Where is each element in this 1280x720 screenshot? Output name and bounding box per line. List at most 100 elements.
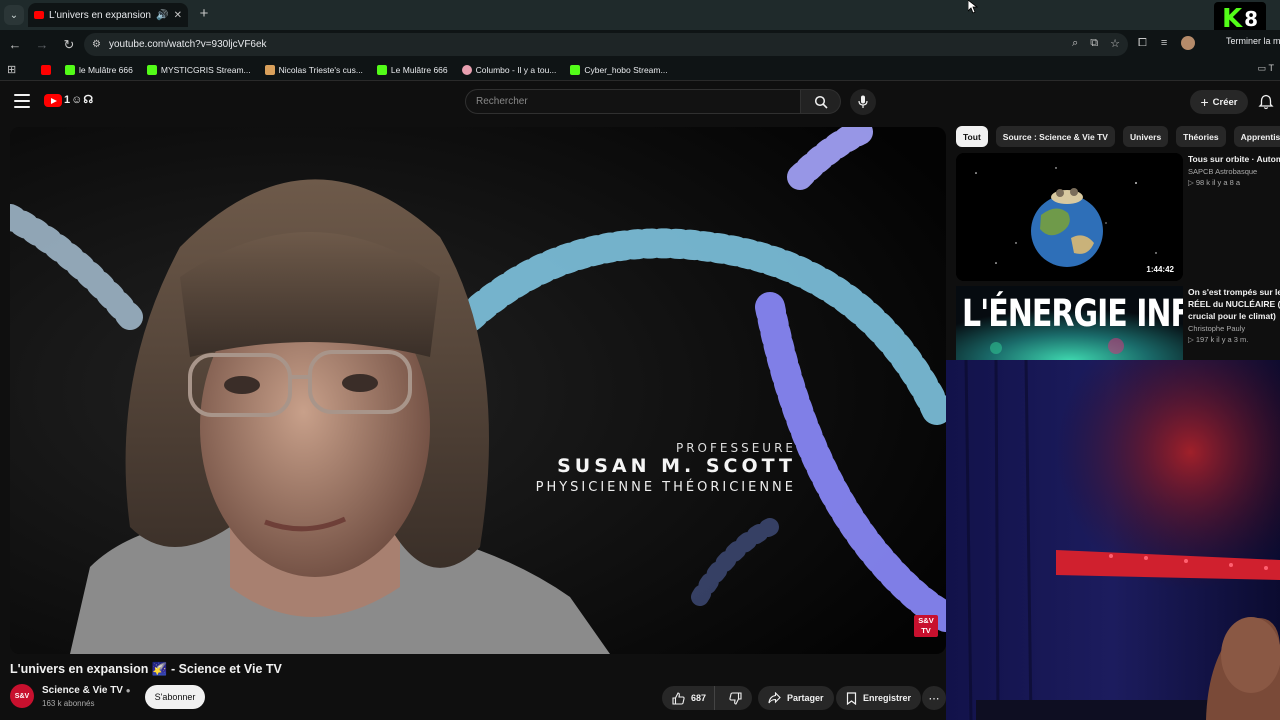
chip-source[interactable]: Source : Science & Vie TV <box>995 126 1115 147</box>
back-arrow-icon[interactable]: ← <box>3 33 27 57</box>
like-count: 687 <box>691 693 707 703</box>
youtube-icon <box>41 64 51 75</box>
tab-title: L'univers en expansion 🌠 <box>49 9 151 21</box>
bookmark-favicon-icon <box>461 64 472 75</box>
channel-name[interactable]: Science & Vie TV ● <box>42 685 131 696</box>
recommended-channel[interactable]: SAPCB Astrobasque <box>1188 167 1280 176</box>
search-input[interactable]: Rechercher <box>465 89 801 114</box>
notifications-bell-icon[interactable] <box>1258 94 1274 110</box>
save-button[interactable]: Enregistrer <box>836 686 922 710</box>
kick-icon <box>376 64 387 75</box>
kick-number: 8 <box>1244 7 1259 31</box>
recommended-video-info: On s'est trompés sur le RÉEL du NUCLÉAIR… <box>1188 286 1280 344</box>
recommended-channel[interactable]: Christophe Pauly <box>1188 324 1280 333</box>
bookmark-item[interactable]: le Mulâtre 666 <box>65 64 133 75</box>
forward-arrow-icon[interactable]: → <box>30 33 54 57</box>
share-button[interactable]: Partager <box>758 686 834 710</box>
bookmark-item[interactable]: Columbo - Il y a tou... <box>461 64 556 75</box>
bookmark-item[interactable]: Cyber_hobo Stream... <box>570 64 668 75</box>
extensions-puzzle-icon[interactable]: ⧠ <box>1138 37 1147 50</box>
url-text: youtube.com/watch?v=930ljcVF6ek <box>108 39 267 50</box>
site-info-icon[interactable]: ⚙ <box>92 39 101 50</box>
video-title: L'univers en expansion 🌠 - Science et Vi… <box>10 662 282 676</box>
recommended-meta: ▷ 197 k il y a 3 m. <box>1188 335 1249 344</box>
caption-name: SUSAN M. SCOTT <box>557 455 796 477</box>
video-frame <box>10 127 946 654</box>
close-tab-icon[interactable]: ✕ <box>174 10 182 21</box>
plus-icon: + <box>1200 94 1209 110</box>
new-tab-icon[interactable]: + <box>196 5 212 23</box>
recommended-video-title-line[interactable]: crucial pour le climat) <box>1188 310 1280 322</box>
dislike-button[interactable] <box>721 691 750 705</box>
video-thumbnail[interactable]: 1:44:42 <box>956 153 1183 281</box>
bookmark-star-icon[interactable]: ☆ <box>1110 37 1120 50</box>
extensions-area: ⧠ ≡ <box>1138 36 1196 50</box>
like-dislike-group: 687 <box>662 686 752 710</box>
subscriber-count: 163 k abonnés <box>42 699 95 708</box>
caption-role: PROFESSEURE <box>675 441 796 455</box>
video-thumbnail[interactable]: L'ÉNERGIE INFINIE <box>956 286 1183 361</box>
bookmark-label: Nicolas Trieste's cus... <box>278 64 363 75</box>
bookmark-item[interactable]: Nicolas Trieste's cus... <box>264 64 363 75</box>
chip-theories[interactable]: Théories <box>1176 126 1226 147</box>
share-arrow-icon <box>768 692 781 704</box>
browser-tab-bar: ⌄ L'univers en expansion 🌠 🔊 ✕ + <box>0 0 1280 30</box>
bookmark-label: MYSTICGRIS Stream... <box>160 64 251 75</box>
install-app-icon[interactable]: ⧉ <box>1090 37 1098 50</box>
bookmark-item[interactable]: MYSTICGRIS Stream... <box>146 64 251 75</box>
thumbs-down-icon <box>729 691 742 705</box>
menu-icon[interactable] <box>14 94 30 108</box>
reload-icon[interactable]: ↻ <box>57 33 81 57</box>
verified-check-icon: ● <box>125 686 131 695</box>
bookmark-icon <box>846 691 857 705</box>
video-duration: 1:44:42 <box>1143 264 1177 275</box>
bookmark-youtube[interactable] <box>41 64 51 75</box>
browser-tab-active[interactable]: L'univers en expansion 🌠 🔊 ✕ <box>28 3 188 27</box>
end-session-button[interactable]: Terminer la m <box>1226 36 1280 46</box>
channel-watermark-badge: S&V TV <box>914 615 938 637</box>
more-actions-icon[interactable]: ⋯ <box>922 686 946 710</box>
recommended-video-title-line[interactable]: On s'est trompés sur le <box>1188 286 1280 298</box>
chip-all[interactable]: Tout <box>956 126 988 147</box>
webcam-image <box>946 360 1280 720</box>
earth-thumbnail-image <box>956 153 1183 281</box>
recommended-video-title-line[interactable]: RÉEL du NUCLÉAIRE (et <box>1188 298 1280 310</box>
kick-icon <box>146 64 157 75</box>
bookmark-item[interactable]: Le Mulâtre 666 <box>376 64 448 75</box>
zoom-icon[interactable]: ⌕ <box>1072 37 1078 50</box>
bookmark-label: Le Mulâtre 666 <box>390 64 448 75</box>
profile-avatar[interactable] <box>1181 36 1196 50</box>
recommended-video-title[interactable]: Tous sur orbite · Autom <box>1188 153 1280 165</box>
chip-apprentissage[interactable]: Apprentissag <box>1233 126 1280 147</box>
microphone-icon <box>858 95 868 108</box>
bookmarks-bar: ⊞ le Mulâtre 666 MYSTICGRIS Stream... Ni… <box>0 59 1280 81</box>
bookmarks-folder-icon[interactable]: ▭ T <box>1258 63 1274 74</box>
youtube-header: 1☺☊ Rechercher + Créer <box>0 82 1280 122</box>
webcam-overlay <box>946 360 1280 720</box>
url-field[interactable]: ⚙ youtube.com/watch?v=930ljcVF6ek ⌕ ⧉ ☆ <box>84 33 1128 56</box>
youtube-doodle-icon[interactable]: 1☺☊ <box>64 93 94 106</box>
filter-chips: Tout Source : Science & Vie TV Univers T… <box>956 126 1280 147</box>
bookmark-label: le Mulâtre 666 <box>79 64 133 75</box>
chip-univers[interactable]: Univers <box>1122 126 1169 147</box>
create-button[interactable]: + Créer <box>1190 90 1248 114</box>
save-label: Enregistrer <box>863 693 912 703</box>
media-controls-icon[interactable]: ≡ <box>1161 37 1167 49</box>
search-button[interactable] <box>801 89 841 114</box>
channel-name-text: Science & Vie TV <box>42 685 123 696</box>
bookmark-label: Cyber_hobo Stream... <box>584 64 668 75</box>
apps-grid-icon[interactable]: ⊞ <box>7 63 27 76</box>
speaker-icon[interactable]: 🔊 <box>156 10 168 21</box>
recommended-video[interactable]: 1:44:42 Tous sur orbite · Autom SAPCB As… <box>956 153 1280 281</box>
thumbs-up-icon <box>672 691 685 705</box>
address-bar-row: ← → ↻ ⚙ youtube.com/watch?v=930ljcVF6ek … <box>0 30 1280 59</box>
tab-search-chevron-icon[interactable]: ⌄ <box>4 5 24 25</box>
like-button[interactable]: 687 <box>662 686 716 710</box>
youtube-logo-icon[interactable] <box>44 94 62 107</box>
bookmark-favicon-icon <box>264 64 275 75</box>
subscribe-button[interactable]: S'abonner <box>145 685 205 709</box>
video-player[interactable]: PROFESSEURE SUSAN M. SCOTT PHYSICIENNE T… <box>10 127 946 654</box>
channel-avatar[interactable]: S&V <box>10 684 34 708</box>
recommended-meta: ▷ 98 k il y a 8 a <box>1188 178 1241 187</box>
voice-search-button[interactable] <box>850 89 876 115</box>
